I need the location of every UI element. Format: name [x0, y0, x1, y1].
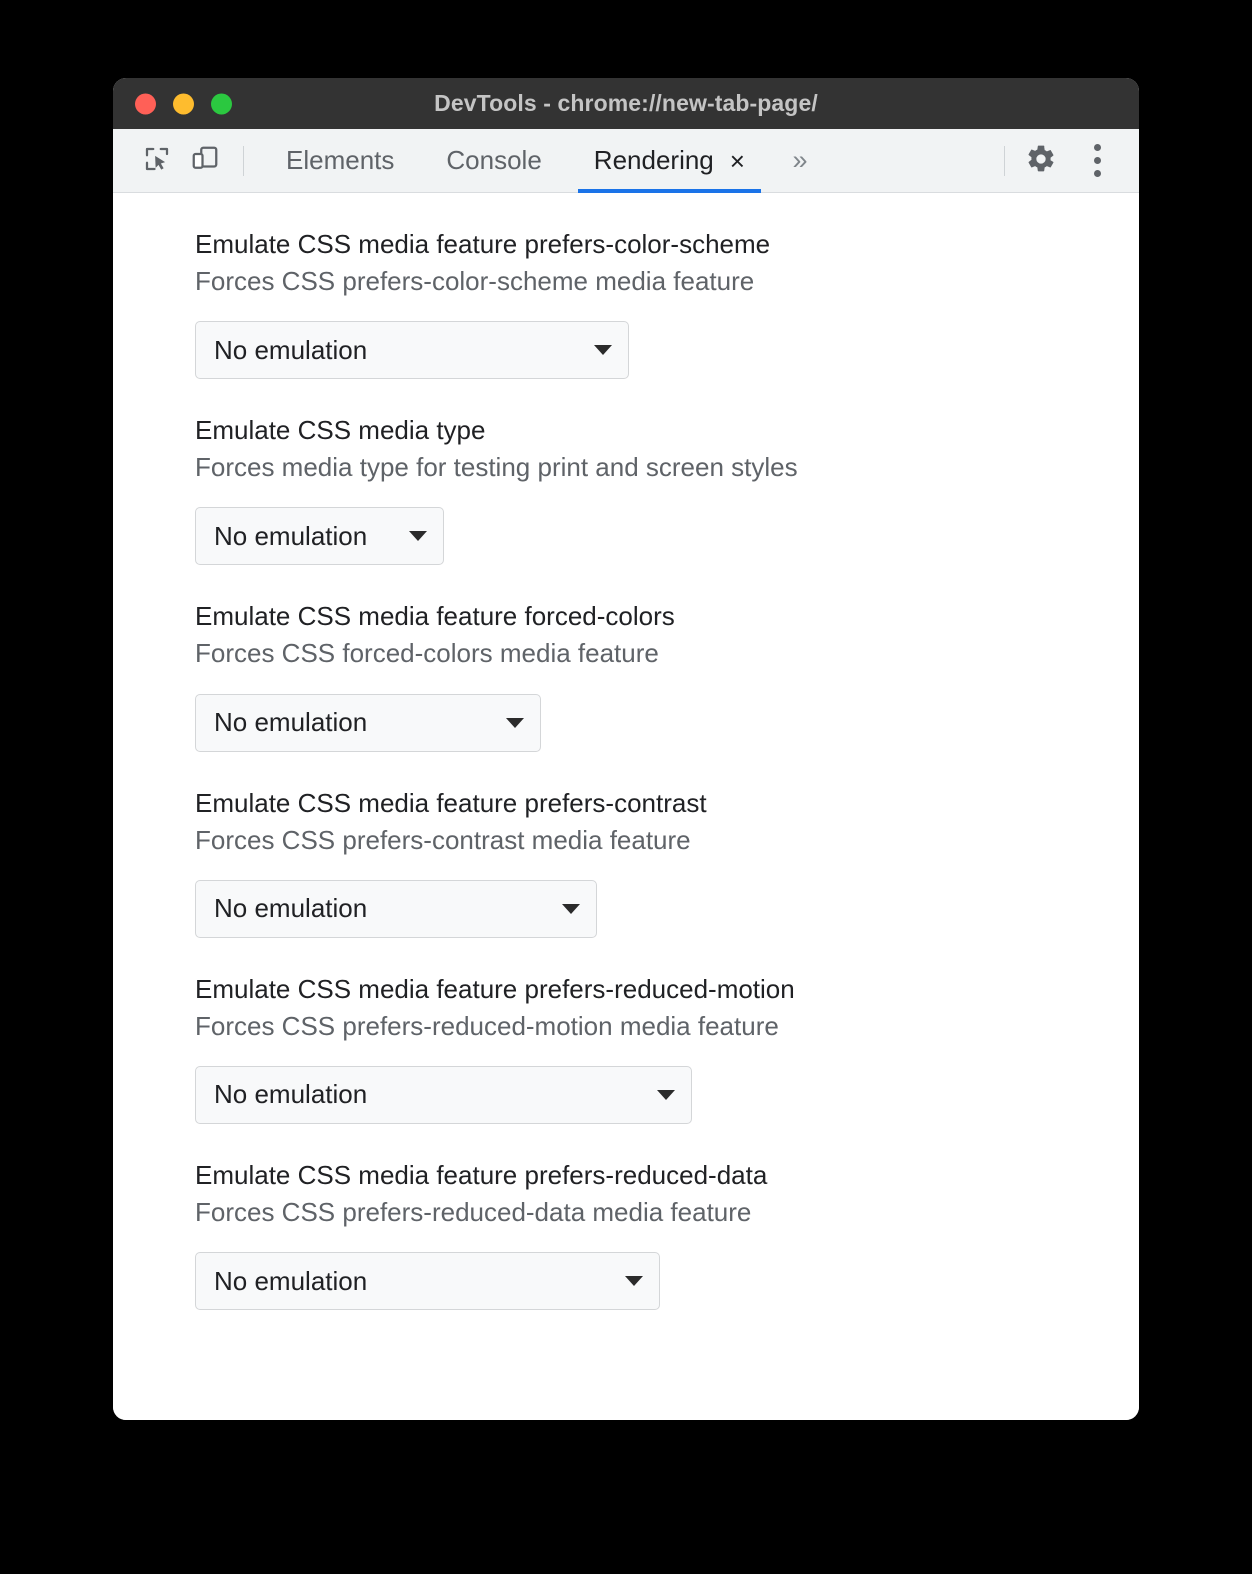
window-title: DevTools - chrome://new-tab-page/: [434, 90, 818, 116]
devtools-window: DevTools - chrome://new-tab-page/ Elemen…: [113, 78, 1139, 1420]
prefers-reduced-motion-select[interactable]: No emulation: [195, 1065, 692, 1124]
media-type-select[interactable]: No emulation: [195, 507, 444, 566]
setting-title: Emulate CSS media feature prefers-contra…: [195, 787, 707, 818]
toolbar-divider: [243, 145, 244, 176]
inspect-element-icon: [142, 144, 172, 177]
setting-media-type: Emulate CSS media type Forces media type…: [113, 413, 1139, 566]
chevron-down-icon: [594, 345, 612, 356]
toolbar-right-group: [1004, 129, 1139, 192]
setting-description: Forces CSS prefers-color-scheme media fe…: [195, 266, 755, 297]
tab-rendering[interactable]: Rendering ×: [568, 129, 771, 193]
devtools-toolbar: Elements Console Rendering × »: [113, 129, 1139, 193]
setting-title: Emulate CSS media feature forced-colors: [195, 601, 675, 632]
tab-rendering-label: Rendering: [593, 145, 714, 175]
select-value: No emulation: [214, 1265, 368, 1296]
select-container: No emulation: [195, 1252, 1139, 1311]
traffic-light-buttons: [135, 93, 232, 114]
select-value: No emulation: [214, 334, 368, 365]
settings-button[interactable]: [1013, 137, 1069, 185]
gear-icon: [1025, 143, 1057, 178]
setting-forced-colors: Emulate CSS media feature forced-colors …: [113, 599, 1139, 752]
chevron-down-icon: [562, 903, 580, 914]
select-container: No emulation: [195, 321, 1139, 380]
panel-tabs: Elements Console Rendering × »: [260, 129, 827, 193]
inspect-element-button[interactable]: [133, 137, 181, 185]
select-value: No emulation: [214, 707, 368, 738]
close-window-button[interactable]: [135, 93, 156, 114]
close-icon[interactable]: ×: [730, 148, 745, 174]
maximize-window-button[interactable]: [211, 93, 232, 114]
setting-title: Emulate CSS media type: [195, 415, 486, 446]
select-value: No emulation: [214, 1079, 368, 1110]
setting-description: Forces CSS prefers-contrast media featur…: [195, 824, 691, 855]
more-tabs-icon[interactable]: »: [773, 137, 827, 185]
more-vertical-icon: [1093, 144, 1101, 177]
setting-description: Forces media type for testing print and …: [195, 452, 798, 483]
select-value: No emulation: [214, 520, 368, 551]
rendering-panel: Emulate CSS media feature prefers-color-…: [113, 193, 1139, 1420]
minimize-window-button[interactable]: [173, 93, 194, 114]
setting-title: Emulate CSS media feature prefers-color-…: [195, 229, 771, 259]
select-container: No emulation: [195, 1065, 1139, 1124]
chevron-down-icon: [625, 1276, 643, 1287]
setting-description: Forces CSS prefers-reduced-motion media …: [195, 1010, 779, 1041]
prefers-contrast-select[interactable]: No emulation: [195, 879, 597, 938]
chevron-down-icon: [409, 531, 427, 542]
tab-elements-label: Elements: [286, 145, 395, 175]
select-container: No emulation: [195, 507, 1139, 566]
select-container: No emulation: [195, 879, 1139, 938]
setting-prefers-color-scheme: Emulate CSS media feature prefers-color-…: [113, 227, 1139, 380]
device-toolbar-icon: [190, 144, 220, 177]
setting-prefers-contrast: Emulate CSS media feature prefers-contra…: [113, 786, 1139, 938]
window-titlebar: DevTools - chrome://new-tab-page/: [113, 78, 1139, 129]
setting-description: Forces CSS forced-colors media feature: [195, 638, 659, 669]
chevron-down-icon: [506, 717, 524, 728]
select-value: No emulation: [214, 893, 368, 924]
tab-elements[interactable]: Elements: [260, 129, 420, 192]
chevron-down-icon: [657, 1089, 675, 1100]
tab-console[interactable]: Console: [420, 129, 567, 192]
screen-background: DevTools - chrome://new-tab-page/ Elemen…: [0, 0, 1252, 1574]
forced-colors-select[interactable]: No emulation: [195, 693, 541, 752]
toolbar-right-divider: [1004, 145, 1005, 176]
setting-title: Emulate CSS media feature prefers-reduce…: [195, 1159, 768, 1190]
device-toolbar-button[interactable]: [181, 137, 229, 185]
more-options-button[interactable]: [1069, 137, 1125, 185]
prefers-color-scheme-select[interactable]: No emulation: [195, 321, 629, 380]
prefers-reduced-data-select[interactable]: No emulation: [195, 1252, 660, 1311]
setting-prefers-reduced-data: Emulate CSS media feature prefers-reduce…: [113, 1158, 1139, 1311]
setting-description: Forces CSS prefers-reduced-data media fe…: [195, 1197, 752, 1228]
select-container: No emulation: [195, 693, 1139, 752]
setting-title: Emulate CSS media feature prefers-reduce…: [195, 973, 795, 1004]
tab-console-label: Console: [446, 145, 542, 175]
setting-prefers-reduced-motion: Emulate CSS media feature prefers-reduce…: [113, 972, 1139, 1124]
